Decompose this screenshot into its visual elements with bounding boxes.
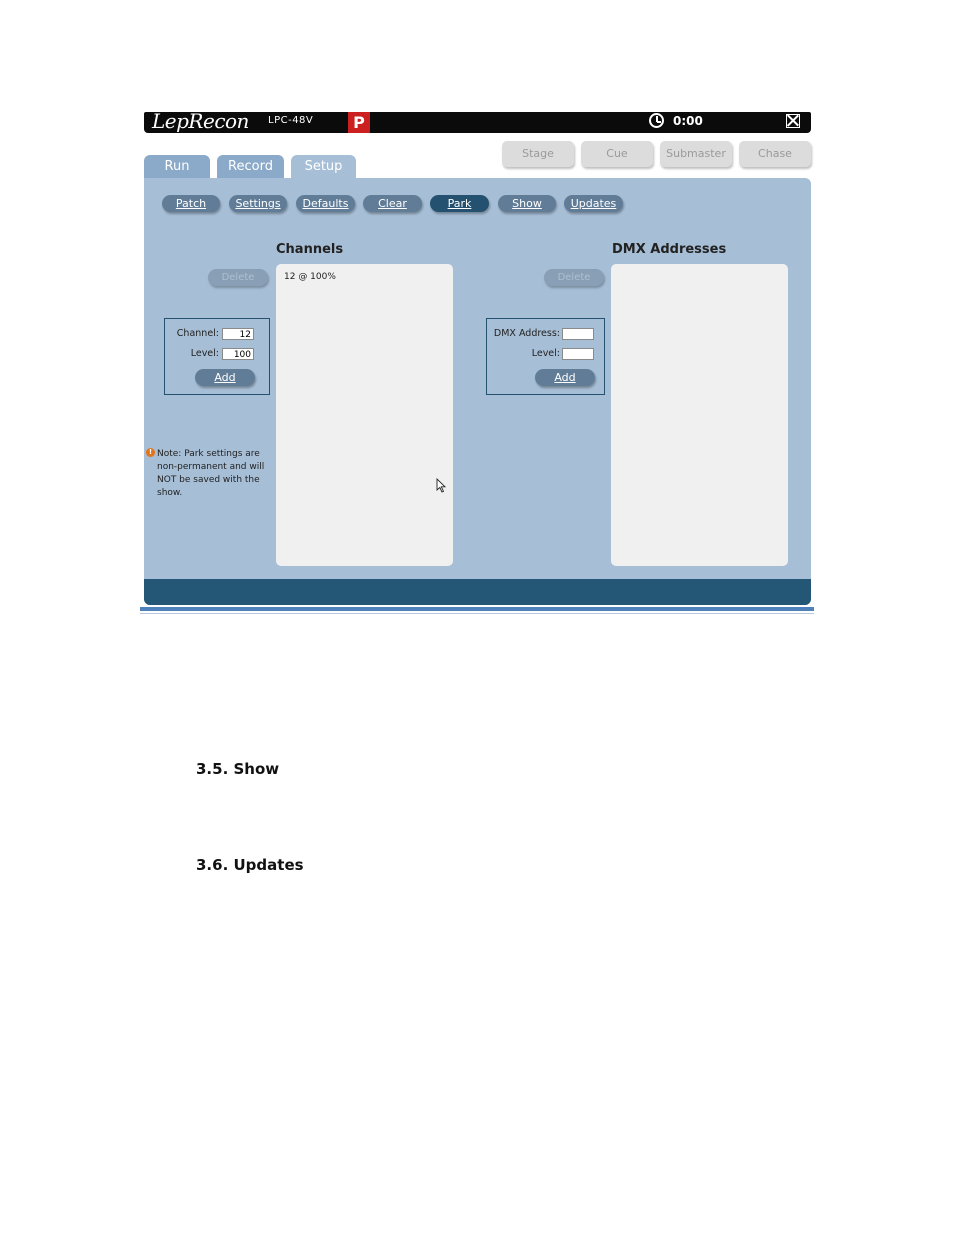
tab-setup[interactable]: Setup: [291, 155, 356, 179]
list-item[interactable]: 12 @ 100%: [284, 272, 336, 282]
dmx-add-button[interactable]: Add: [535, 369, 595, 386]
channels-title: Channels: [276, 242, 344, 257]
title-bar: LepRecon LPC-48V P 0:00: [144, 109, 811, 133]
logo: LepRecon: [152, 109, 249, 133]
channel-level-field[interactable]: 100: [222, 348, 254, 360]
heading-updates: 3.6. Updates: [196, 856, 304, 874]
divider: [140, 613, 814, 614]
tab-run[interactable]: Run: [144, 155, 210, 179]
dmx-form: DMX Address: Level: Add: [486, 318, 605, 395]
cue-button[interactable]: Cue: [581, 141, 653, 167]
warning-icon: !: [146, 448, 155, 457]
p-badge: P: [348, 112, 370, 133]
dmx-address-field[interactable]: [562, 328, 594, 340]
dmx-level-field[interactable]: [562, 348, 594, 360]
heading-show: 3.5. Show: [196, 760, 280, 778]
channel-form: Channel: 12 Level: 100 Add: [164, 318, 270, 395]
clock-icon: [649, 113, 664, 128]
mouse-cursor-icon: [436, 478, 446, 493]
sub-tab-updates[interactable]: Updates: [564, 195, 623, 212]
app-screenshot: LepRecon LPC-48V P 0:00 Run Record Setup…: [144, 109, 811, 605]
sub-tab-park[interactable]: Park: [430, 195, 489, 212]
model-label: LPC-48V: [268, 115, 314, 126]
panel-footer: [144, 579, 811, 605]
sub-tab-patch[interactable]: Patch: [162, 195, 220, 212]
chase-button[interactable]: Chase: [739, 141, 811, 167]
channels-list[interactable]: 12 @ 100%: [276, 264, 453, 566]
dmx-delete-button[interactable]: Delete: [544, 269, 604, 286]
stage-button[interactable]: Stage: [502, 141, 574, 167]
sub-tab-show[interactable]: Show: [498, 195, 556, 212]
channel-label: Channel:: [176, 328, 219, 339]
tab-record[interactable]: Record: [217, 155, 284, 179]
dmx-title: DMX Addresses: [612, 242, 727, 257]
channel-field[interactable]: 12: [222, 328, 254, 340]
channel-add-button[interactable]: Add: [195, 369, 255, 386]
divider: [140, 607, 814, 611]
submaster-button[interactable]: Submaster: [660, 141, 732, 167]
dmx-address-label: DMX Address:: [493, 328, 560, 339]
dmx-level-label: Level:: [531, 348, 560, 359]
park-note: Note: Park settings are non-permanent an…: [157, 449, 265, 498]
channels-delete-button[interactable]: Delete: [208, 269, 268, 286]
sub-tab-clear[interactable]: Clear: [363, 195, 422, 212]
sub-tab-settings[interactable]: Settings: [229, 195, 287, 212]
dmx-list[interactable]: [611, 264, 788, 566]
sub-tab-defaults[interactable]: Defaults: [296, 195, 355, 212]
setup-panel: Patch Settings Defaults Clear Park Show …: [144, 178, 811, 605]
close-icon[interactable]: [786, 114, 800, 128]
clock-readout: 0:00: [673, 114, 703, 128]
channel-level-label: Level:: [190, 348, 219, 359]
